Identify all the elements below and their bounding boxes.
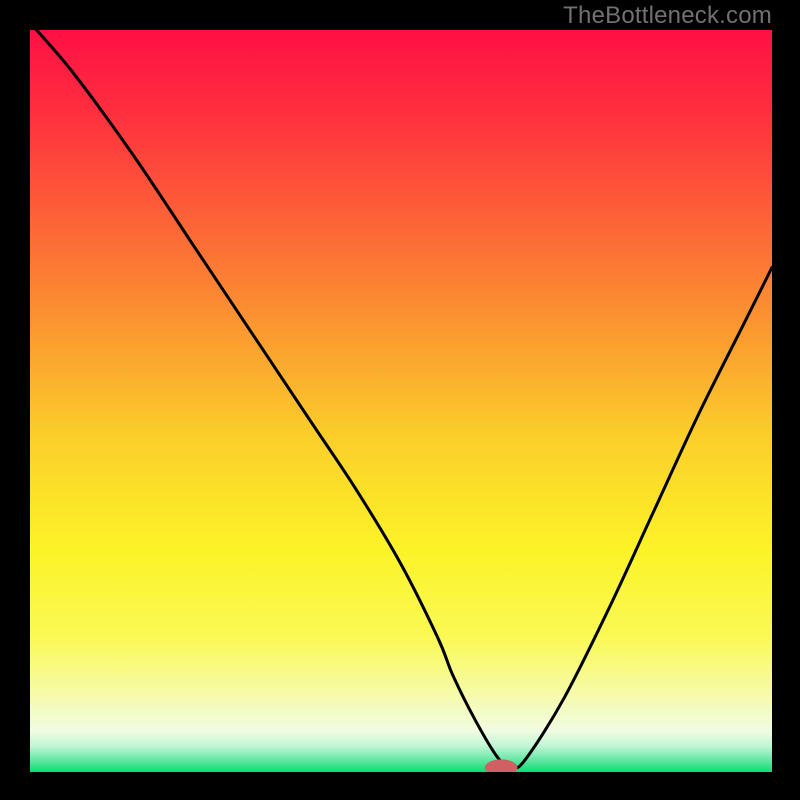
gradient-background: [30, 30, 772, 772]
optimal-marker: [485, 759, 518, 775]
bottleneck-chart: [0, 0, 800, 800]
chart-frame: TheBottleneck.com: [0, 0, 800, 800]
